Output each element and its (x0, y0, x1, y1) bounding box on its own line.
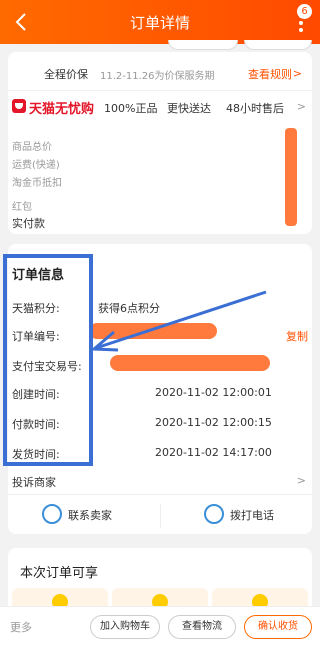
fee-coin-label: 淘金币抵扣 (12, 178, 62, 189)
top-header: 订单详情 6 (0, 0, 320, 44)
complain-seller-link[interactable]: 投诉商家 (12, 474, 56, 490)
order-info-card: 订单信息 天猫积分: 获得6点积分 订单编号: 复制 支付宝交易号: 创建时间:… (3, 244, 312, 534)
feature-fast: 更快送达 (167, 102, 211, 115)
tmall-logo-icon (12, 99, 26, 113)
tmall-brand: 天猫无忧购 (29, 102, 95, 117)
paid-time-value: 2020-11-02 12:00:15 (155, 416, 272, 429)
price-protect-label: 全程价保 (44, 68, 88, 81)
contact-seller-button[interactable]: 联系卖家 (42, 502, 132, 528)
feature-genuine: 100%正品 (104, 102, 158, 115)
chat-icon (42, 504, 62, 524)
more-button[interactable]: 更多 (10, 619, 32, 635)
benefits-title: 本次订单可享 (20, 566, 99, 581)
divider (8, 494, 312, 495)
chevron-right-icon: > (296, 474, 306, 487)
fee-goods-total-label: 商品总价 (12, 142, 52, 153)
shipped-time-value: 2020-11-02 14:17:00 (155, 446, 272, 459)
page-title: 订单详情 (129, 14, 190, 32)
phone-icon (204, 504, 224, 524)
call-label: 拨打电话 (230, 509, 274, 522)
tab-ghost (244, 40, 312, 50)
annotation-arrow-icon (90, 290, 267, 352)
view-logistics-button[interactable]: 查看物流 (168, 615, 236, 639)
bottom-action-bar: 更多 加入购物车 查看物流 确认收货 (0, 606, 320, 647)
view-rules-link[interactable]: 查看规则 (248, 66, 292, 82)
tab-ghost (168, 40, 238, 50)
add-to-cart-button[interactable]: 加入购物车 (90, 615, 160, 639)
divider (160, 504, 161, 528)
tmall-guarantee-row[interactable]: 天猫无忧购 100%正品 更快送达 48小时售后 > (8, 90, 312, 122)
fee-paid-label: 实付款 (12, 217, 45, 230)
contact-seller-label: 联系卖家 (68, 509, 112, 522)
fee-shipping-label: 运费(快递) (12, 160, 60, 171)
chevron-right-icon: > (296, 100, 306, 113)
confirm-receipt-button[interactable]: 确认收货 (244, 615, 312, 639)
order-summary-card: 全程价保 11.2-11.26为价保服务期 查看规则 > 天猫无忧购 100%正… (8, 52, 312, 234)
call-button[interactable]: 拨打电话 (204, 502, 294, 528)
chevron-right-icon: > (292, 67, 302, 80)
notification-badge: 6 (297, 4, 312, 19)
feature-aftersale: 48小时售后 (226, 102, 284, 115)
fee-redpacket-label: 红包 (12, 202, 32, 213)
redaction-mark (285, 128, 297, 226)
price-protect-desc: 11.2-11.26为价保服务期 (100, 71, 215, 82)
